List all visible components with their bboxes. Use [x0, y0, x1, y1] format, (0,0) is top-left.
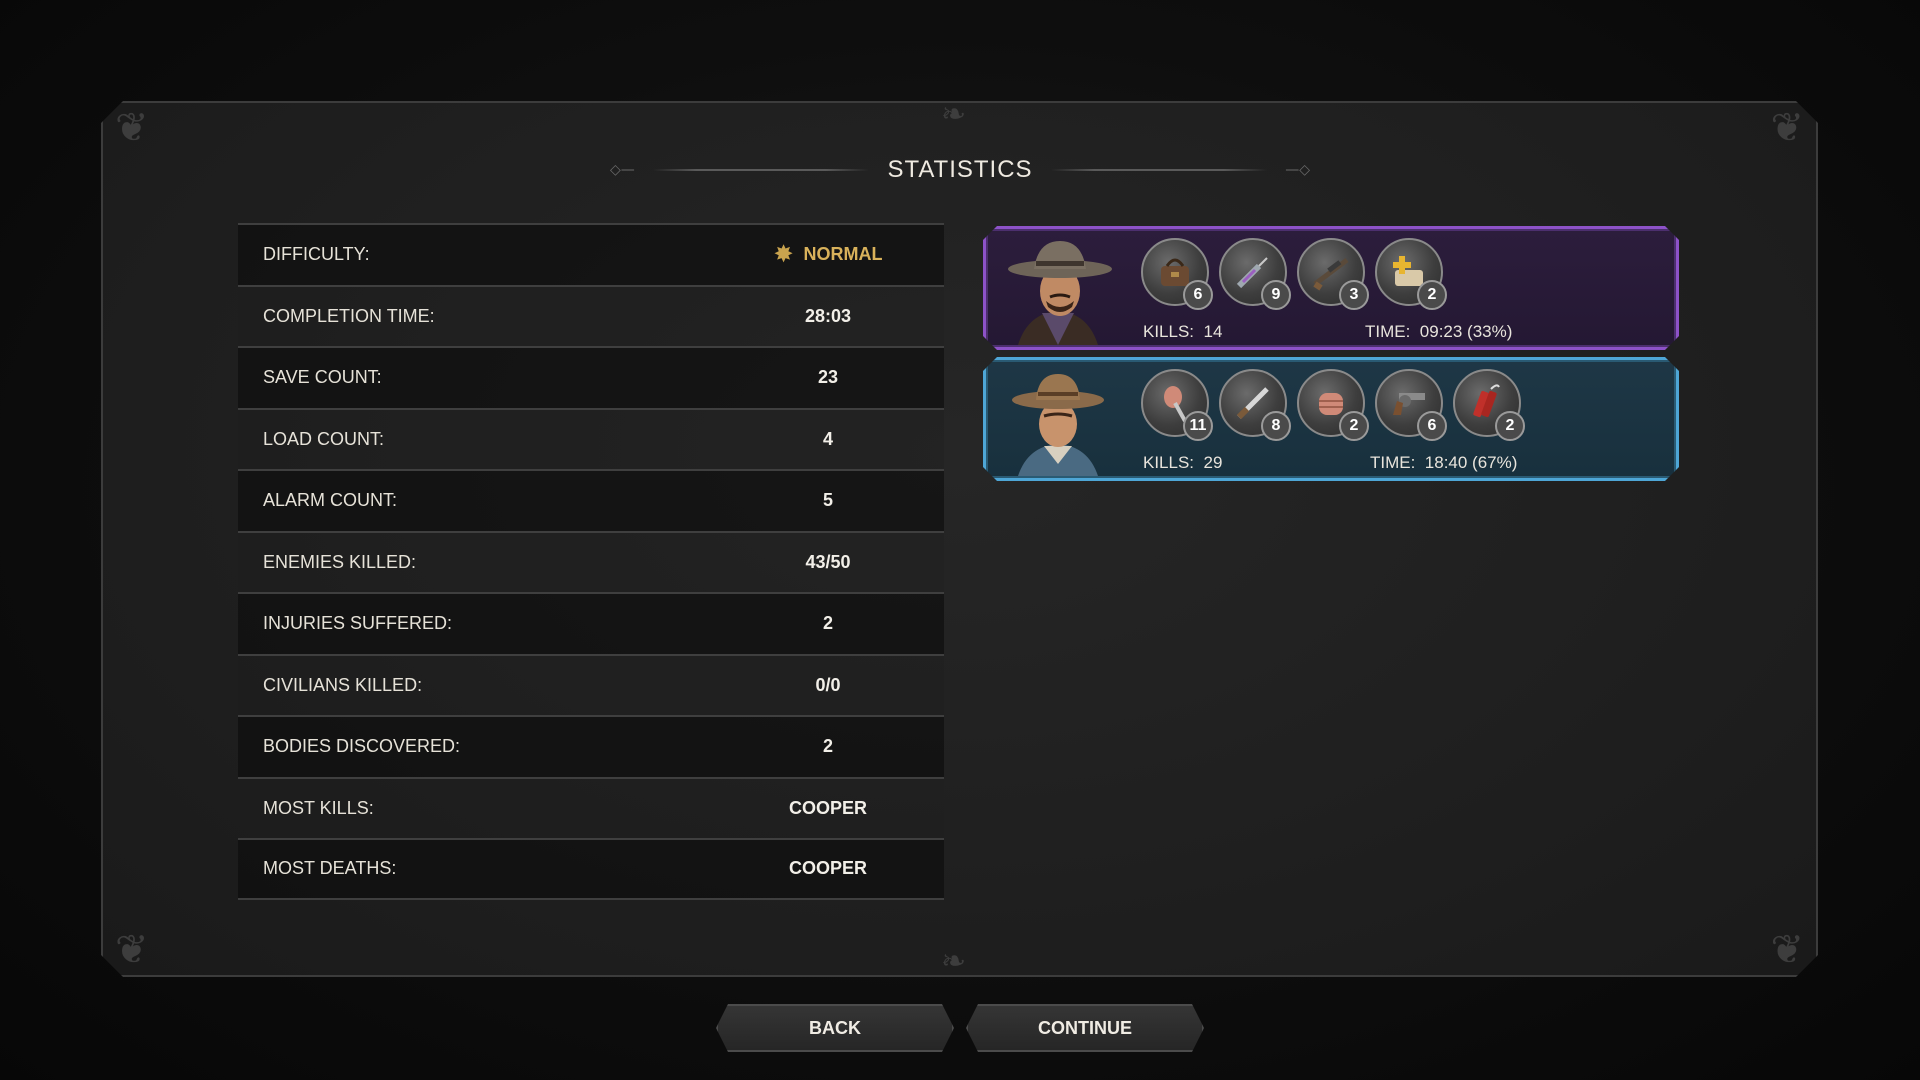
- time-stat: TIME: 18:40 (67%): [1370, 453, 1518, 472]
- item-count: 3: [1339, 280, 1369, 310]
- corner-flourish-icon: ❦: [115, 927, 149, 973]
- item-slot: 2: [1453, 369, 1521, 437]
- stat-row-load-count: LOAD COUNT: 4: [238, 407, 944, 469]
- stat-value: COOPER: [788, 797, 867, 818]
- stat-value: 23: [817, 367, 839, 388]
- item-count: 6: [1183, 280, 1213, 310]
- stat-value: 2: [822, 613, 833, 634]
- stat-label: MOST KILLS:: [263, 797, 374, 818]
- stat-value: 43/50: [805, 551, 851, 572]
- stat-label: CIVILIANS KILLED:: [263, 674, 423, 695]
- item-list: 6 9 3 2: [1141, 238, 1443, 306]
- item-count: 8: [1261, 411, 1291, 441]
- stat-row-most-kills: MOST KILLS: COOPER: [238, 776, 944, 838]
- stat-value: 0/0: [815, 674, 841, 695]
- cooper-cowboy-portrait: [998, 364, 1118, 476]
- stat-row-most-deaths: MOST DEATHS: COOPER: [238, 838, 944, 900]
- time-stat: TIME: 09:23 (33%): [1365, 322, 1513, 341]
- item-slot: 6: [1141, 238, 1209, 306]
- stat-label: DIFFICULTY:: [263, 244, 370, 265]
- item-slot: 2: [1297, 369, 1365, 437]
- stat-value: 4: [822, 428, 833, 449]
- difficulty-value: NORMAL: [803, 244, 883, 265]
- item-count: 2: [1417, 280, 1447, 310]
- kills-stat: KILLS: 14: [1143, 322, 1223, 341]
- title-header: ◇— STATISTICS —◇: [610, 150, 1310, 190]
- stat-label: SAVE COUNT:: [263, 367, 382, 388]
- sheriff-star-icon: ✸: [773, 240, 794, 268]
- stat-value: 5: [822, 490, 833, 511]
- item-slot: 3: [1297, 238, 1365, 306]
- stat-label: ENEMIES KILLED:: [263, 551, 417, 572]
- stat-label: MOST DEATHS:: [263, 858, 397, 879]
- page-title: STATISTICS: [887, 156, 1033, 183]
- item-count: 2: [1495, 411, 1525, 441]
- stat-value: 2: [822, 736, 833, 757]
- grey-hat-gunslinger-portrait: [998, 233, 1118, 345]
- item-count: 11: [1183, 411, 1213, 441]
- stat-label: LOAD COUNT:: [263, 428, 385, 449]
- stat-row-alarm-count: ALARM COUNT: 5: [238, 469, 944, 531]
- corner-flourish-icon: ❦: [1770, 927, 1804, 973]
- item-count: 2: [1339, 411, 1369, 441]
- stat-row-save-count: SAVE COUNT: 23: [238, 346, 944, 408]
- item-slot: 11: [1141, 369, 1209, 437]
- stat-value: 28:03: [804, 305, 852, 326]
- item-slot: 8: [1219, 369, 1287, 437]
- title-divider: [652, 169, 870, 171]
- stats-table: DIFFICULTY: ✸ NORMAL COMPLETION TIME: 28…: [238, 223, 944, 900]
- item-count: 9: [1261, 280, 1291, 310]
- title-divider: [1050, 169, 1268, 171]
- back-button[interactable]: BACK: [716, 1004, 954, 1052]
- bottom-flourish-icon: ❧: [941, 944, 967, 979]
- stat-row-injuries-suffered: INJURIES SUFFERED: 2: [238, 592, 944, 654]
- stat-label: COMPLETION TIME:: [263, 305, 435, 326]
- item-slot: 6: [1375, 369, 1443, 437]
- character-card-hat: 6 9 3 2 KILLS: 14 TIME: 09:23 (33%): [983, 226, 1679, 350]
- title-ornament-right-icon: —◇: [1285, 162, 1310, 178]
- stat-row-bodies-discovered: BODIES DISCOVERED: 2: [238, 715, 944, 777]
- title-ornament-left-icon: ◇—: [610, 162, 635, 178]
- corner-flourish-icon: ❦: [1770, 105, 1804, 151]
- stat-row-civilians-killed: CIVILIANS KILLED: 0/0: [238, 653, 944, 715]
- kills-stat: KILLS: 29: [1143, 453, 1223, 472]
- corner-flourish-icon: ❦: [115, 105, 149, 151]
- continue-button[interactable]: CONTINUE: [966, 1004, 1204, 1052]
- item-list: 11 8 2 6 2: [1141, 369, 1521, 437]
- item-slot: 2: [1375, 238, 1443, 306]
- stat-label: BODIES DISCOVERED:: [263, 736, 461, 757]
- stat-value: COOPER: [788, 858, 867, 879]
- character-card-cooper: 11 8 2 6 2 KILLS: 29 TIME: 18:40 (67%): [983, 357, 1679, 481]
- stat-label: ALARM COUNT:: [263, 490, 398, 511]
- item-slot: 9: [1219, 238, 1287, 306]
- item-count: 6: [1417, 411, 1447, 441]
- top-flourish-icon: ❧: [941, 97, 967, 132]
- stat-row-completion-time: COMPLETION TIME: 28:03: [238, 284, 944, 346]
- stat-label: INJURIES SUFFERED:: [263, 613, 453, 634]
- stat-row-enemies-killed: ENEMIES KILLED: 43/50: [238, 530, 944, 592]
- stat-row-difficulty: DIFFICULTY: ✸ NORMAL: [238, 223, 944, 285]
- stat-value: ✸ NORMAL: [743, 240, 913, 268]
